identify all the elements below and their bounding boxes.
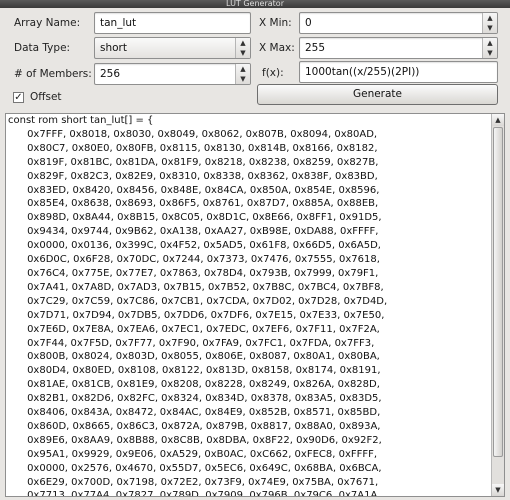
code-line: 0x85E4, 0x8638, 0x8693, 0x86F5, 0x8761, … (8, 198, 379, 210)
xmin-value: 0 (305, 17, 312, 29)
data-type-select[interactable]: short ▲ ▼ (94, 37, 251, 59)
chevron-down-icon: ▼ (240, 49, 246, 57)
xmin-spinner[interactable]: ▲ ▼ (482, 13, 497, 33)
code-line: 0x9434, 0x9744, 0x9B62, 0xA138, 0xAA27, … (8, 226, 379, 238)
code-line: 0x0000, 0x2576, 0x4670, 0x55D7, 0x5EC6, … (8, 462, 382, 474)
code-line: 0x83ED, 0x8420, 0x8456, 0x848E, 0x84CA, … (8, 184, 380, 196)
xmin-label: X Min: (259, 17, 292, 29)
fx-label: f(x): (262, 67, 284, 79)
window-title: LUT Generator (226, 0, 284, 8)
code-line: 0x81AE, 0x81CB, 0x81E9, 0x8208, 0x8228, … (8, 379, 380, 391)
code-line: 0x6E29, 0x700D, 0x7198, 0x72E2, 0x73F9, … (8, 476, 379, 488)
code-line: 0x7A41, 0x7A8D, 0x7AD3, 0x7B15, 0x7B52, … (8, 281, 384, 293)
output-text[interactable]: const rom short tan_lut[] = { 0x7FFF, 0x… (8, 114, 492, 496)
code-line: 0x7F44, 0x7F5D, 0x7F77, 0x7F90, 0x7FA9, … (8, 337, 375, 349)
members-spinner[interactable]: ▲ ▼ (235, 64, 250, 84)
chevron-up-icon: ▲ (240, 39, 246, 47)
xmax-label: X Max: (259, 42, 295, 54)
spin-down-icon[interactable]: ▼ (236, 74, 250, 84)
output-textarea[interactable]: const rom short tan_lut[] = { 0x7FFF, 0x… (5, 113, 505, 497)
code-line: 0x898D, 0x8A44, 0x8B15, 0x8C05, 0x8D1C, … (8, 212, 382, 224)
code-line: 0x800B, 0x8024, 0x803D, 0x8055, 0x806E, … (8, 351, 380, 363)
xmax-spinner[interactable]: ▲ ▼ (482, 38, 497, 58)
spin-down-icon[interactable]: ▼ (483, 48, 497, 58)
spin-up-icon[interactable]: ▲ (236, 64, 250, 74)
check-icon: ✓ (14, 92, 23, 103)
spin-up-icon[interactable]: ▲ (483, 38, 497, 48)
spin-down-icon[interactable]: ▼ (483, 23, 497, 33)
code-line: 0x95A1, 0x9929, 0x9E06, 0xA529, 0xB0AC, … (8, 448, 378, 460)
generate-button[interactable]: Generate (257, 84, 498, 105)
scroll-down-icon[interactable]: ▼ (492, 484, 504, 496)
xmin-field[interactable]: 0 ▲ ▼ (299, 12, 498, 34)
code-line: 0x7713, 0x77A4, 0x7827, 0x789D, 0x7909, … (8, 490, 381, 496)
code-line: 0x819F, 0x81BC, 0x81DA, 0x81F9, 0x8218, … (8, 156, 379, 168)
xmax-field[interactable]: 255 ▲ ▼ (299, 37, 498, 59)
offset-label: Offset (30, 91, 62, 103)
code-line: 0x7D71, 0x7D94, 0x7DB5, 0x7DD6, 0x7DF6, … (8, 309, 385, 321)
code-line: 0x89E6, 0x8AA9, 0x8B88, 0x8C8B, 0x8DBA, … (8, 434, 382, 446)
array-name-label: Array Name: (14, 17, 81, 29)
code-declaration-line: const rom short tan_lut[] = { (8, 115, 154, 126)
scroll-up-icon[interactable]: ▲ (492, 114, 504, 126)
offset-checkbox[interactable]: ✓ (13, 92, 24, 103)
code-line: 0x0000, 0x0136, 0x399C, 0x4F52, 0x5AD5, … (8, 240, 381, 252)
code-line: 0x7E6D, 0x7E8A, 0x7EA6, 0x7EC1, 0x7EDC, … (8, 323, 380, 335)
array-name-field[interactable]: tan_lut (94, 12, 251, 34)
members-value: 256 (100, 68, 121, 80)
scroll-thumb[interactable] (493, 127, 503, 457)
code-line: 0x82B1, 0x82D6, 0x82FC, 0x8324, 0x834D, … (8, 393, 382, 405)
code-line: 0x6D0C, 0x6F28, 0x70DC, 0x7244, 0x7373, … (8, 254, 380, 266)
members-field[interactable]: 256 ▲ ▼ (94, 63, 251, 85)
code-line: 0x829F, 0x82C3, 0x82E9, 0x8310, 0x8338, … (8, 170, 378, 182)
code-line: 0x80D4, 0x80ED, 0x8108, 0x8122, 0x813D, … (8, 365, 381, 377)
spin-up-icon[interactable]: ▲ (483, 13, 497, 23)
data-type-value: short (100, 42, 127, 54)
code-line: 0x76C4, 0x775E, 0x77E7, 0x7863, 0x78D4, … (8, 267, 379, 279)
code-line: 0x80C7, 0x80E0, 0x80FB, 0x8115, 0x8130, … (8, 142, 378, 154)
code-line: 0x7FFF, 0x8018, 0x8030, 0x8049, 0x8062, … (8, 128, 378, 140)
window-titlebar: LUT Generator (0, 0, 510, 8)
data-type-arrows[interactable]: ▲ ▼ (235, 38, 250, 58)
members-label: # of Members: (14, 68, 92, 80)
data-type-label: Data Type: (14, 42, 71, 54)
xmax-value: 255 (305, 42, 326, 54)
code-line: 0x7C29, 0x7C59, 0x7C86, 0x7CB1, 0x7CDA, … (8, 295, 388, 307)
code-line: 0x860D, 0x8665, 0x86C3, 0x872A, 0x879B, … (8, 420, 381, 432)
code-line: 0x8406, 0x843A, 0x8472, 0x84AC, 0x84E9, … (8, 407, 381, 419)
vertical-scrollbar[interactable]: ▲ ▼ (491, 114, 504, 496)
fx-field[interactable]: 1000tan((x/255)(2PI)) (299, 61, 498, 83)
